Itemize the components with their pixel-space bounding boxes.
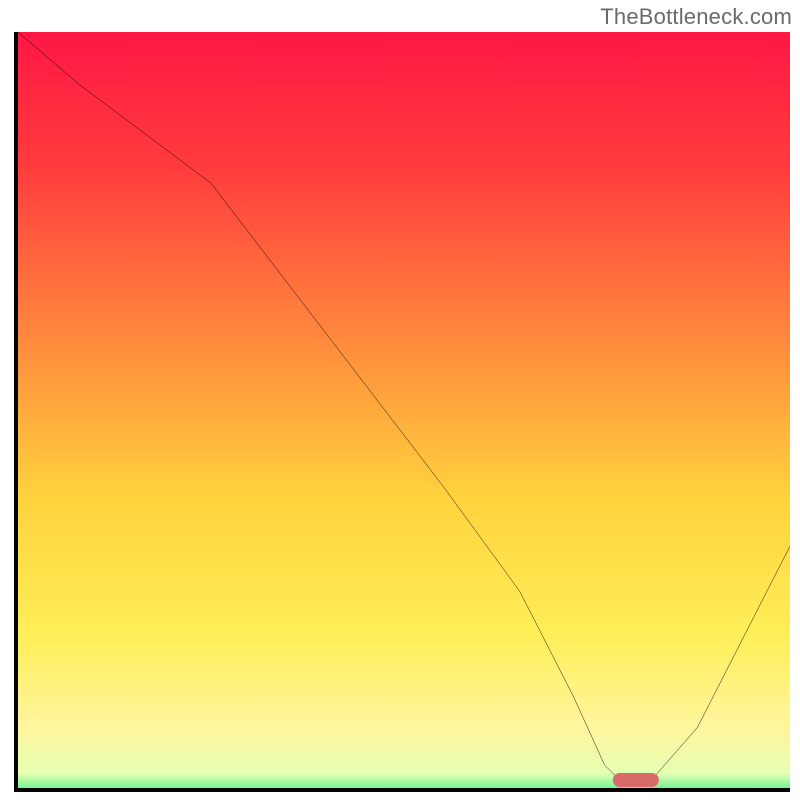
bottleneck-chart: TheBottleneck.com — [0, 0, 800, 800]
optimum-marker — [612, 773, 658, 787]
plot-area — [14, 32, 790, 792]
bottleneck-curve — [18, 32, 790, 788]
watermark-text: TheBottleneck.com — [600, 4, 792, 30]
curve-path — [18, 32, 790, 780]
